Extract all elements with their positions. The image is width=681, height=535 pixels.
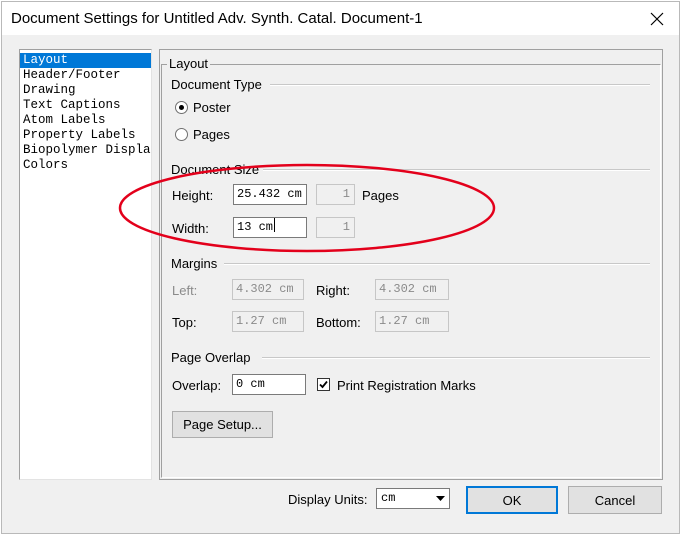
category-item-drawing[interactable]: Drawing <box>20 83 151 98</box>
left-margin-label: Left: <box>172 283 198 298</box>
display-units-value: cm <box>381 491 396 505</box>
category-list[interactable]: Layout Header/Footer Drawing Text Captio… <box>19 49 152 480</box>
pages-label: Pages <box>193 127 230 142</box>
poster-radio[interactable] <box>175 101 188 114</box>
page-overlap-label: Page Overlap <box>169 350 253 365</box>
category-item-layout[interactable]: Layout <box>20 53 151 68</box>
chevron-down-icon <box>432 489 449 508</box>
layout-group-label: Layout <box>167 56 211 71</box>
pages-radio[interactable] <box>175 128 188 141</box>
print-marks-label: Print Registration Marks <box>337 378 476 393</box>
width-label: Width: <box>172 221 209 236</box>
poster-label: Poster <box>193 100 231 115</box>
text-caret <box>274 218 276 232</box>
margins-divider <box>224 263 650 265</box>
print-marks-checkbox[interactable] <box>317 378 330 391</box>
ok-button[interactable]: OK <box>466 486 558 514</box>
right-margin-label: Right: <box>316 283 350 298</box>
close-icon <box>650 12 664 25</box>
document-type-label: Document Type <box>169 77 264 92</box>
top-margin-label: Top: <box>172 315 197 330</box>
height-label: Height: <box>172 188 214 203</box>
close-button[interactable] <box>635 2 679 35</box>
category-item-text-captions[interactable]: Text Captions <box>20 98 151 113</box>
height-pages-input[interactable]: 1 <box>316 184 355 205</box>
display-units-label: Display Units: <box>288 492 368 507</box>
bottom-margin-input[interactable]: 1.27 cm <box>375 311 449 332</box>
width-pages-input[interactable]: 1 <box>316 217 355 238</box>
right-margin-input[interactable]: 4.302 cm <box>375 279 449 300</box>
top-margin-input[interactable]: 1.27 cm <box>232 311 304 332</box>
width-input-value: 13 cm <box>237 220 274 234</box>
category-item-colors[interactable]: Colors <box>20 158 151 173</box>
document-size-divider <box>263 169 650 171</box>
left-margin-input[interactable]: 4.302 cm <box>232 279 304 300</box>
overlap-label: Overlap: <box>172 378 222 393</box>
height-pages-unit: Pages <box>362 188 399 203</box>
document-size-label: Document Size <box>169 162 262 177</box>
bottom-margin-label: Bottom: <box>316 315 361 330</box>
width-input[interactable]: 13 cm <box>233 217 307 238</box>
category-item-header-footer[interactable]: Header/Footer <box>20 68 151 83</box>
display-units-select[interactable]: cm <box>376 488 450 509</box>
category-item-property-labels[interactable]: Property Labels <box>20 128 151 143</box>
page-overlap-divider <box>262 357 650 359</box>
document-type-divider <box>270 84 650 86</box>
height-input[interactable]: 25.432 cm <box>233 184 307 205</box>
page-setup-button[interactable]: Page Setup... <box>172 411 273 438</box>
cancel-button[interactable]: Cancel <box>568 486 662 514</box>
checkmark-icon <box>319 380 328 389</box>
title-bar: Document Settings for Untitled Adv. Synt… <box>2 2 679 35</box>
margins-label: Margins <box>169 256 220 271</box>
overlap-input[interactable]: 0 cm <box>232 374 306 395</box>
category-item-atom-labels[interactable]: Atom Labels <box>20 113 151 128</box>
category-item-biopolymer-display[interactable]: Biopolymer Displa <box>20 143 151 158</box>
window-title: Document Settings for Untitled Adv. Synt… <box>11 10 423 27</box>
